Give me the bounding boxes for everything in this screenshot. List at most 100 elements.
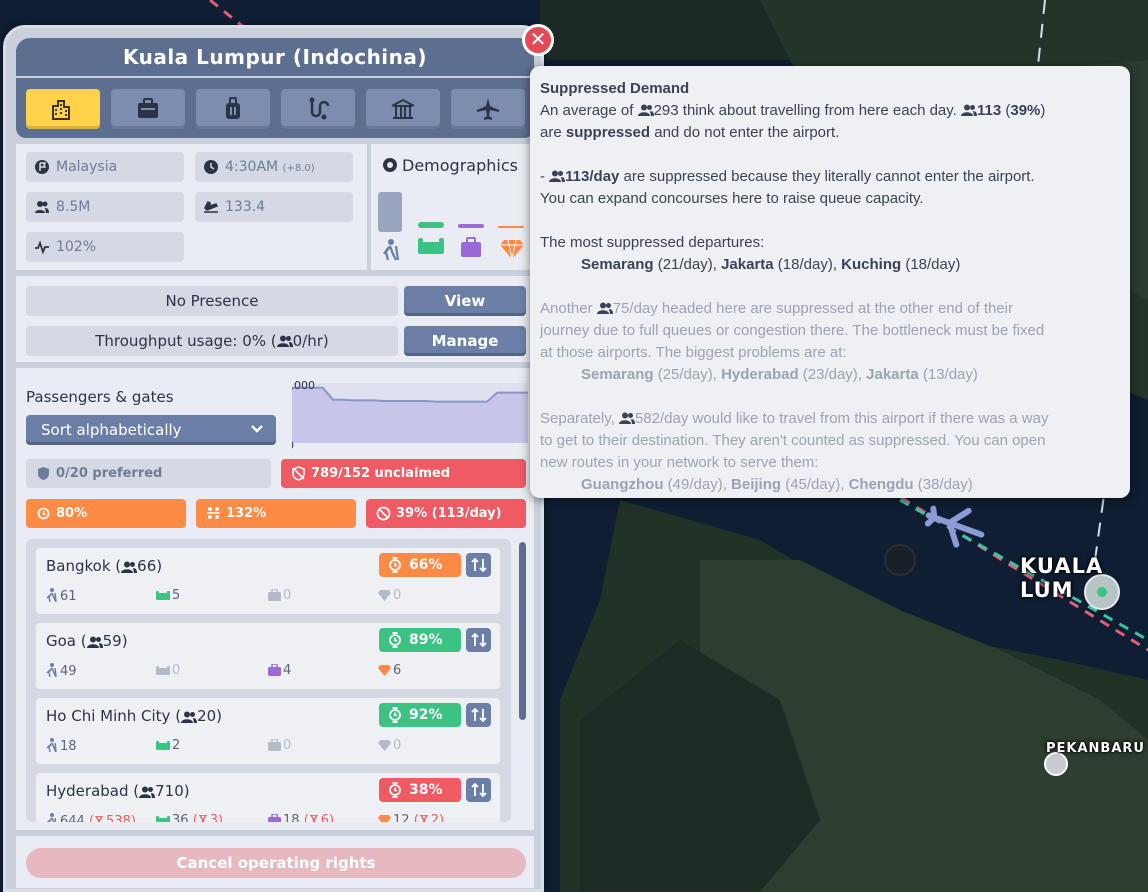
hourglass-icon xyxy=(309,814,318,822)
throughput-status: Throughput usage: 0% (0/hr) xyxy=(26,326,398,356)
growth-chip: 102% xyxy=(26,232,184,262)
tab-bar xyxy=(16,78,534,138)
destination-name: Hyderabad (710) xyxy=(46,782,190,800)
stat-economy: 18 xyxy=(46,738,77,754)
watch-icon xyxy=(37,507,50,520)
demographics-chart[interactable] xyxy=(376,188,532,264)
briefcase-icon xyxy=(268,588,281,601)
local-time: 4:30AM xyxy=(225,159,279,175)
destination-card[interactable]: Goa (59) 89% 49 0 4 6 xyxy=(36,623,500,689)
city-count: (18/day), xyxy=(773,256,842,273)
suppressed-pill[interactable]: 39% (113/day) xyxy=(366,499,526,528)
pulse-icon xyxy=(35,240,49,255)
stat-economy: 49 xyxy=(46,663,77,679)
manage-button[interactable]: Manage xyxy=(404,326,526,356)
crowd-icon xyxy=(207,507,220,519)
city-count: (23/day), xyxy=(798,366,867,383)
y-tick-max: 1000 xyxy=(292,379,315,392)
map-city-label[interactable]: PEKANBARU xyxy=(1046,741,1145,756)
cancel-rights-button[interactable]: Cancel operating rights xyxy=(26,848,526,878)
baggage-icon xyxy=(226,97,240,119)
city-name: Chengdu xyxy=(848,476,914,493)
takeoff-icon xyxy=(204,200,219,213)
city-name: Jakarta xyxy=(721,256,774,273)
preferred-gates: 0/20 preferred xyxy=(26,459,271,488)
people-icon xyxy=(549,170,566,182)
growth-value: 102% xyxy=(56,239,97,255)
unserved-destinations: Guangzhou (49/day), Beijing (45/day), Ch… xyxy=(540,474,1120,496)
suppressed-departures: Semarang (21/day), Jakarta (18/day), Kuc… xyxy=(540,254,1120,276)
route-button[interactable] xyxy=(466,553,491,577)
briefcase-icon xyxy=(268,663,281,676)
stat-economy: 644 (538) xyxy=(46,813,136,822)
throughput-chart: 1000 0 xyxy=(292,379,528,449)
briefcase-icon xyxy=(268,738,281,751)
close-button[interactable]: ✕ xyxy=(522,24,554,56)
satisfaction-pill: 80% xyxy=(26,499,186,528)
city-count: (18/day) xyxy=(901,256,961,273)
walker-icon xyxy=(46,738,57,753)
route-icon xyxy=(470,782,487,798)
walker-icon xyxy=(46,813,57,822)
diamond-icon xyxy=(378,590,391,601)
people-icon xyxy=(961,104,977,116)
plane-icon xyxy=(477,98,499,120)
stat-business: 18 (6) xyxy=(268,813,334,822)
watch-icon xyxy=(389,782,401,798)
terminal-icon xyxy=(391,98,415,119)
city-name: Semarang xyxy=(581,256,654,273)
destination-name: Ho Chi Minh City (20) xyxy=(46,707,223,725)
tab-baggage[interactable] xyxy=(196,89,270,129)
city-name: Guangzhou xyxy=(581,476,664,493)
people-icon xyxy=(139,786,156,798)
diamond-icon xyxy=(500,239,524,260)
tab-flights[interactable] xyxy=(451,89,525,129)
people-icon xyxy=(637,104,654,116)
tooltip-title: Suppressed Demand xyxy=(540,80,690,97)
stat-luxury: 12 (2) xyxy=(378,813,444,822)
unclaimed-gates: 789/152 unclaimed xyxy=(281,459,526,488)
briefcase-icon xyxy=(268,813,281,822)
route-icon xyxy=(470,557,487,573)
section-title: Passengers & gates xyxy=(26,388,174,406)
people-icon xyxy=(121,561,138,573)
stat-business: 4 xyxy=(268,663,291,678)
city-name: Kuching xyxy=(841,256,902,273)
route-button[interactable] xyxy=(466,628,491,652)
city-count: (21/day), xyxy=(653,256,722,273)
destination-name: Goa (59) xyxy=(46,632,128,650)
destination-card[interactable]: Ho Chi Minh City (20) 92% 18 2 0 0 xyxy=(36,698,500,764)
destination-satisfaction: 38% xyxy=(379,778,461,802)
tab-routes[interactable] xyxy=(281,89,355,129)
city-count: (49/day), xyxy=(663,476,732,493)
sort-dropdown[interactable]: Sort alphabetically xyxy=(26,415,276,445)
tab-checkin[interactable] xyxy=(111,89,185,129)
route-icon xyxy=(309,97,330,120)
map-city-label[interactable]: KUALA LUM xyxy=(1020,554,1148,602)
diamond-icon xyxy=(378,815,391,822)
destination-card[interactable]: Bangkok (66) 66% 61 5 0 0 xyxy=(36,548,500,614)
divider xyxy=(367,144,371,270)
walker-icon xyxy=(383,239,400,261)
time-chip: 4:30AM (+8.0) xyxy=(195,152,353,182)
bottleneck-airports: Semarang (25/day), Hyderabad (23/day), J… xyxy=(540,364,1120,386)
view-button[interactable]: View xyxy=(404,286,526,316)
tab-terminal[interactable] xyxy=(366,89,440,129)
route-button[interactable] xyxy=(466,778,491,802)
people-icon xyxy=(86,636,103,648)
presence-status: No Presence xyxy=(26,286,398,316)
list-scrollbar[interactable] xyxy=(519,542,526,720)
cancel-section: Cancel operating rights xyxy=(16,836,534,888)
stat-business: 0 xyxy=(268,738,291,753)
timezone-label: (+8.0) xyxy=(282,163,315,174)
destination-list[interactable]: Bangkok (66) 66% 61 5 0 0 Goa (59) 89% 49 0 4 6 Ho C… xyxy=(26,539,511,822)
destination-card[interactable]: Hyderabad (710) 38% 644 (538) 36 (3) 18 (6) 1… xyxy=(36,773,500,822)
city-count: (13/day) xyxy=(918,366,978,383)
tab-city[interactable] xyxy=(26,89,100,129)
suppressed-demand-tooltip: Suppressed Demand An average of 293 thin… xyxy=(530,66,1130,498)
hourglass-icon xyxy=(419,814,428,822)
route-button[interactable] xyxy=(466,703,491,727)
city-icon xyxy=(52,100,70,120)
clock-icon xyxy=(204,160,218,174)
stat-economy: 61 xyxy=(46,588,77,604)
